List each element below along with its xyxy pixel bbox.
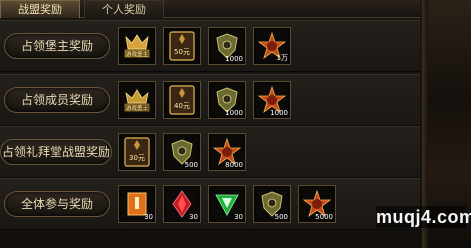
reward-row-member: 占领成员奖励 游戏勇士 40元 1000 1000 bbox=[0, 74, 420, 126]
item-text: 游戏堡主 bbox=[126, 50, 149, 58]
reward-item[interactable]: 游戏勇士 bbox=[118, 81, 156, 119]
reward-item[interactable]: 30 bbox=[118, 185, 156, 223]
rewards-panel: 战盟奖励 个人奖励 占领堡主奖励 游戏堡主 50元 1000 1万 占领成员奖励… bbox=[0, 0, 471, 248]
item-count: 30 bbox=[189, 213, 198, 221]
item-text: 50元 bbox=[174, 48, 190, 56]
item-text: 30元 bbox=[129, 154, 145, 162]
reward-item[interactable]: 游戏堡主 bbox=[118, 27, 156, 65]
member-title-icon: 游戏勇士 bbox=[124, 89, 150, 112]
tab-guild-rewards[interactable]: 战盟奖励 bbox=[0, 0, 80, 18]
reward-row-chapel-guild: 占领礼拜堂战盟奖励 30元 500 8000 bbox=[0, 126, 420, 178]
card-icon: 40元 bbox=[169, 85, 195, 115]
item-count: 1000 bbox=[270, 109, 288, 117]
reward-item[interactable]: 1000 bbox=[253, 81, 291, 119]
item-count: 500 bbox=[184, 161, 198, 169]
reward-item[interactable]: 1000 bbox=[208, 81, 246, 119]
item-count: 5000 bbox=[315, 213, 333, 221]
reward-label-chapel-guild[interactable]: 占领礼拜堂战盟奖励 bbox=[0, 139, 112, 165]
reward-item[interactable]: 1000 bbox=[208, 27, 246, 65]
reward-item[interactable]: 5000 bbox=[298, 185, 336, 223]
item-count: 1000 bbox=[225, 55, 243, 63]
item-count: 1万 bbox=[276, 54, 288, 62]
reward-row-castle-lord: 占领堡主奖励 游戏堡主 50元 1000 1万 bbox=[0, 20, 420, 72]
reward-label-castle-lord[interactable]: 占领堡主奖励 bbox=[4, 33, 110, 59]
card-icon: 50元 bbox=[169, 31, 195, 61]
item-count: 1000 bbox=[225, 109, 243, 117]
item-count: 8000 bbox=[225, 161, 243, 169]
item-text: 游戏勇士 bbox=[126, 104, 149, 112]
reward-label-participation[interactable]: 全体参与奖励 bbox=[4, 191, 110, 217]
reward-item[interactable]: 30 bbox=[163, 185, 201, 223]
reward-item[interactable]: 8000 bbox=[208, 133, 246, 171]
reward-item[interactable]: 500 bbox=[253, 185, 291, 223]
item-text: 40元 bbox=[174, 102, 190, 110]
reward-item[interactable]: 50元 bbox=[163, 27, 201, 65]
item-count: 500 bbox=[274, 213, 288, 221]
reward-item[interactable]: 500 bbox=[163, 133, 201, 171]
reward-item[interactable]: 40元 bbox=[163, 81, 201, 119]
reward-item[interactable]: 30 bbox=[208, 185, 246, 223]
tab-personal-rewards[interactable]: 个人奖励 bbox=[84, 0, 164, 18]
reward-item[interactable]: 30元 bbox=[118, 133, 156, 171]
guild-master-title-icon: 游戏堡主 bbox=[124, 34, 150, 58]
card-icon: 30元 bbox=[124, 137, 150, 167]
reward-row-participation: 全体参与奖励 30 30 30 500 5000 bbox=[0, 178, 420, 230]
tab-bar: 战盟奖励 个人奖励 bbox=[0, 0, 420, 18]
item-count: 30 bbox=[144, 213, 153, 221]
reward-item[interactable]: 1万 bbox=[253, 27, 291, 65]
reward-label-member[interactable]: 占领成员奖励 bbox=[4, 87, 110, 113]
watermark: muqj4.com bbox=[376, 206, 471, 228]
item-count: 30 bbox=[234, 213, 243, 221]
